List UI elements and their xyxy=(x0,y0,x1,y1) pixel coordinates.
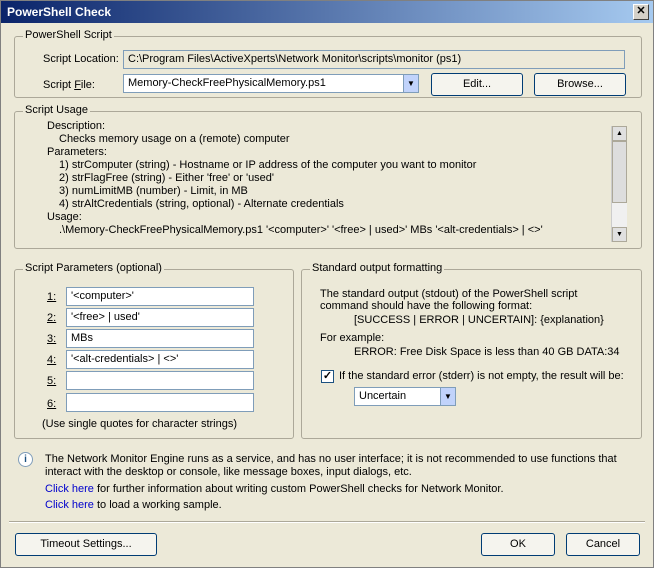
param-label-3: 3: xyxy=(47,333,57,345)
param-label-4: 4: xyxy=(47,354,57,366)
divider xyxy=(9,521,645,523)
params-hint: (Use single quotes for character strings… xyxy=(42,418,238,430)
info-icon: i xyxy=(18,452,33,467)
usage-line: 2) strFlagFree (string) - Either 'free' … xyxy=(59,172,275,184)
script-file-select[interactable]: Memory-CheckFreePhysicalMemory.ps1 ▼ xyxy=(123,74,419,93)
param-label-5: 5: xyxy=(47,375,57,387)
close-icon: ✕ xyxy=(636,5,646,17)
param-input-2[interactable]: '<free> | used' xyxy=(66,308,254,327)
param-input-1[interactable]: '<computer>' xyxy=(66,287,254,306)
chevron-down-icon[interactable]: ▼ xyxy=(403,75,418,92)
usage-scrollbar[interactable]: ▲ ▼ xyxy=(611,126,627,242)
param-input-6[interactable] xyxy=(66,393,254,412)
params-group-legend: Script Parameters (optional) xyxy=(23,262,164,274)
timeout-settings-button[interactable]: Timeout Settings... xyxy=(15,533,157,556)
usage-group: Script Usage Description: Checks memory … xyxy=(14,104,642,249)
info-text-2: interact with the desktop or console, li… xyxy=(45,466,412,478)
stderr-label: If the standard error (stderr) is not em… xyxy=(339,370,624,382)
param-input-4[interactable]: '<alt-credentials> | <>' xyxy=(66,350,254,369)
param-label-2: 2: xyxy=(47,312,57,324)
usage-line: 1) strComputer (string) - Hostname or IP… xyxy=(59,159,477,171)
example-text: ERROR: Free Disk Space is less than 40 G… xyxy=(354,346,620,358)
scroll-down-icon[interactable]: ▼ xyxy=(612,227,627,242)
output-group: Standard output formatting The standard … xyxy=(301,262,642,439)
param-label-6: 6: xyxy=(47,398,57,410)
ok-button[interactable]: OK xyxy=(481,533,555,556)
load-sample-link[interactable]: Click here xyxy=(45,499,94,511)
output-text-2: command should have the following format… xyxy=(320,300,533,312)
usage-line: 3) numLimitMB (number) - Limit, in MB xyxy=(59,185,248,197)
dialog-window: PowerShell Check ✕ PowerShell Script Scr… xyxy=(0,0,654,568)
param-input-3[interactable]: MBs xyxy=(66,329,254,348)
usage-line: Parameters: xyxy=(47,146,107,158)
script-group-legend: PowerShell Script xyxy=(23,29,114,41)
output-text-1: The standard output (stdout) of the Powe… xyxy=(320,288,578,300)
stderr-result-select[interactable]: Uncertain ▼ xyxy=(354,387,456,406)
script-location-label: Script Location: xyxy=(43,53,119,65)
output-group-legend: Standard output formatting xyxy=(310,262,445,274)
browse-button[interactable]: Browse... xyxy=(534,73,626,96)
script-location-field: C:\Program Files\ActiveXperts\Network Mo… xyxy=(123,50,625,69)
close-button[interactable]: ✕ xyxy=(633,4,649,20)
info-text-1: The Network Monitor Engine runs as a ser… xyxy=(45,453,617,465)
usage-line: .\Memory-CheckFreePhysicalMemory.ps1 '<c… xyxy=(59,224,543,236)
usage-group-legend: Script Usage xyxy=(23,104,90,116)
usage-line: Usage: xyxy=(47,211,82,223)
scroll-thumb[interactable] xyxy=(612,141,627,203)
usage-text: Description: Checks memory usage on a (r… xyxy=(29,120,599,237)
script-group: PowerShell Script Script Location: C:\Pr… xyxy=(14,29,642,98)
edit-button[interactable]: Edit... xyxy=(431,73,523,96)
script-file-label: Script File: xyxy=(43,79,95,91)
further-info-link[interactable]: Click here xyxy=(45,483,94,495)
info-line-3: Click here for further information about… xyxy=(45,483,504,495)
param-label-1: 1: xyxy=(47,291,57,303)
example-label: For example: xyxy=(320,332,385,344)
usage-line: 4) strAltCredentials (string, optional) … xyxy=(59,198,344,210)
usage-line: Description: xyxy=(47,120,106,132)
stderr-checkbox[interactable]: ✓ xyxy=(321,370,334,383)
info-line-4: Click here to load a working sample. xyxy=(45,499,222,511)
params-group: Script Parameters (optional) 1: '<comput… xyxy=(14,262,294,439)
param-input-5[interactable] xyxy=(66,371,254,390)
scroll-up-icon[interactable]: ▲ xyxy=(612,126,627,141)
usage-line: Checks memory usage on a (remote) comput… xyxy=(59,133,290,145)
chevron-down-icon[interactable]: ▼ xyxy=(440,388,455,405)
output-format: [SUCCESS | ERROR | UNCERTAIN]: {explanat… xyxy=(354,314,604,326)
cancel-button[interactable]: Cancel xyxy=(566,533,640,556)
title-bar: PowerShell Check ✕ xyxy=(1,1,653,23)
window-title: PowerShell Check xyxy=(7,5,112,19)
